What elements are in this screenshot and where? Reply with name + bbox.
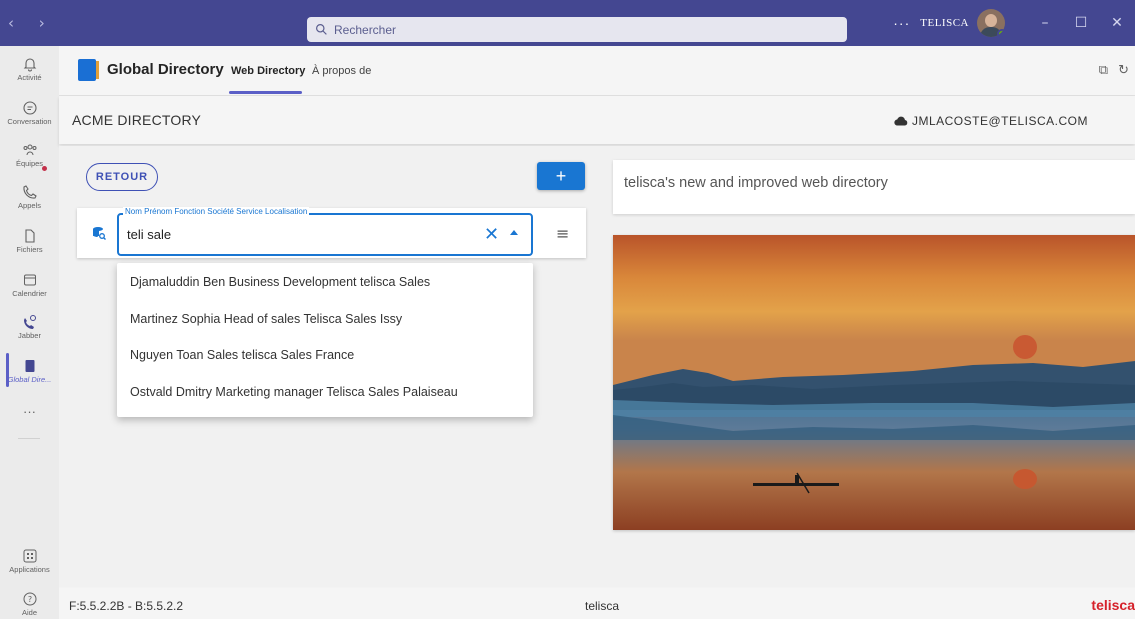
- app-rail: Activité Conversation Équipes Appels Fic…: [0, 46, 59, 619]
- rail-item-teams[interactable]: Équipes: [0, 142, 59, 168]
- app-header: Global Directory Web Directory À propos …: [59, 46, 1135, 96]
- calendar-icon: [23, 274, 36, 286]
- history-nav[interactable]: ‹ ›: [8, 14, 55, 32]
- brand-logo: telisca: [1091, 597, 1135, 613]
- result-item[interactable]: Nguyen Toan Sales telisca Sales France: [130, 348, 354, 362]
- rail-label: Applications: [9, 565, 50, 574]
- result-item[interactable]: Ostvald Dmitry Marketing manager Telisca…: [130, 385, 458, 399]
- file-icon: [24, 229, 35, 243]
- tab-about[interactable]: À propos de: [312, 65, 371, 77]
- landscape-image: [613, 235, 1135, 530]
- rail-label: Calendrier: [12, 289, 47, 298]
- close-button[interactable]: ✕: [1099, 15, 1135, 31]
- rail-item-global-directory[interactable]: Global Dire...: [0, 358, 59, 384]
- search-input[interactable]: Rechercher: [307, 17, 847, 42]
- help-icon: ?: [23, 592, 36, 606]
- result-item[interactable]: Djamaluddin Ben Business Development tel…: [130, 275, 430, 289]
- popout-icon[interactable]: ⧉: [1099, 63, 1108, 78]
- rail-item-calendar[interactable]: Calendrier: [0, 272, 59, 298]
- search-icon: [316, 24, 327, 35]
- minimize-button[interactable]: –: [1027, 15, 1063, 31]
- active-tab-indicator: [229, 91, 302, 94]
- apps-icon: [23, 549, 36, 563]
- maximize-button[interactable]: ☐: [1063, 15, 1099, 31]
- rail-item-help[interactable]: ? Aide: [0, 591, 59, 617]
- rail-item-calls[interactable]: Appels: [0, 184, 59, 210]
- directory-search-field[interactable]: [117, 213, 533, 256]
- phone-icon: [22, 185, 37, 199]
- search-field-value[interactable]: teli sale: [127, 227, 171, 242]
- rail-item-files[interactable]: Fichiers: [0, 228, 59, 254]
- rail-item-jabber[interactable]: Jabber: [0, 314, 59, 340]
- more-options-button[interactable]: ···: [893, 15, 910, 31]
- info-text: telisca's new and improved web directory: [624, 175, 888, 191]
- rail-label: Équipes: [15, 159, 44, 168]
- rail-more-button[interactable]: ···: [0, 404, 59, 419]
- refresh-icon[interactable]: ↻: [1118, 63, 1129, 78]
- presence-available-icon: [997, 29, 1005, 37]
- search-field-label: Nom Prénom Fonction Société Service Loca…: [123, 207, 310, 216]
- directory-title: ACME DIRECTORY: [72, 112, 202, 128]
- menu-icon[interactable]: ≡: [556, 224, 569, 243]
- database-search-icon: [92, 226, 106, 245]
- rail-label: Fichiers: [16, 245, 43, 254]
- rail-label: Aide: [21, 608, 37, 617]
- directory-bar: ACME DIRECTORY JMLACOSTE@TELISCA.COM: [59, 96, 1135, 144]
- app-title: Global Directory: [107, 61, 224, 78]
- rail-divider: [18, 438, 40, 439]
- result-item[interactable]: Martinez Sophia Head of sales Telisca Sa…: [130, 312, 402, 326]
- org-name[interactable]: TELISCA: [920, 17, 969, 29]
- title-bar: ‹ › Rechercher ··· TELISCA – ☐ ✕: [0, 0, 1135, 46]
- back-button[interactable]: RETOUR: [86, 163, 158, 191]
- signed-in-user[interactable]: JMLACOSTE@TELISCA.COM: [894, 114, 1088, 128]
- clear-icon[interactable]: ✕: [484, 224, 499, 245]
- rail-item-applications[interactable]: Applications: [0, 548, 59, 574]
- collapse-arrow-icon[interactable]: [510, 230, 518, 235]
- rail-label: Jabber: [18, 331, 41, 340]
- rail-label: Activité: [17, 73, 42, 82]
- jabber-icon: [23, 315, 36, 329]
- tab-web-directory[interactable]: Web Directory: [231, 65, 305, 77]
- user-email: JMLACOSTE@TELISCA.COM: [911, 114, 1088, 128]
- chat-icon: [22, 101, 37, 115]
- book-icon: [25, 360, 34, 372]
- teams-icon: [23, 144, 36, 156]
- rail-item-activity[interactable]: Activité: [0, 56, 59, 82]
- search-placeholder: Rechercher: [334, 22, 397, 37]
- rail-label: Conversation: [7, 117, 52, 126]
- rail-label: Global Dire...: [7, 375, 52, 384]
- rail-label: Appels: [18, 201, 41, 210]
- search-results-dropdown: Djamaluddin Ben Business Development tel…: [117, 263, 533, 417]
- notification-dot: [42, 166, 47, 171]
- add-button[interactable]: +: [537, 162, 585, 190]
- bell-icon: [23, 58, 36, 72]
- footer-company: telisca: [585, 599, 620, 613]
- global-directory-logo-icon: [78, 59, 99, 81]
- version-text: F:5.5.2.2B - B:5.5.2.2: [69, 599, 184, 613]
- footer: F:5.5.2.2B - B:5.5.2.2 telisca telisca: [59, 588, 1135, 619]
- svg-text:?: ?: [27, 595, 31, 604]
- user-avatar[interactable]: [977, 9, 1005, 37]
- cloud-icon: [894, 116, 908, 126]
- info-card: telisca's new and improved web directory: [613, 160, 1135, 214]
- rail-item-conversation[interactable]: Conversation: [0, 100, 59, 126]
